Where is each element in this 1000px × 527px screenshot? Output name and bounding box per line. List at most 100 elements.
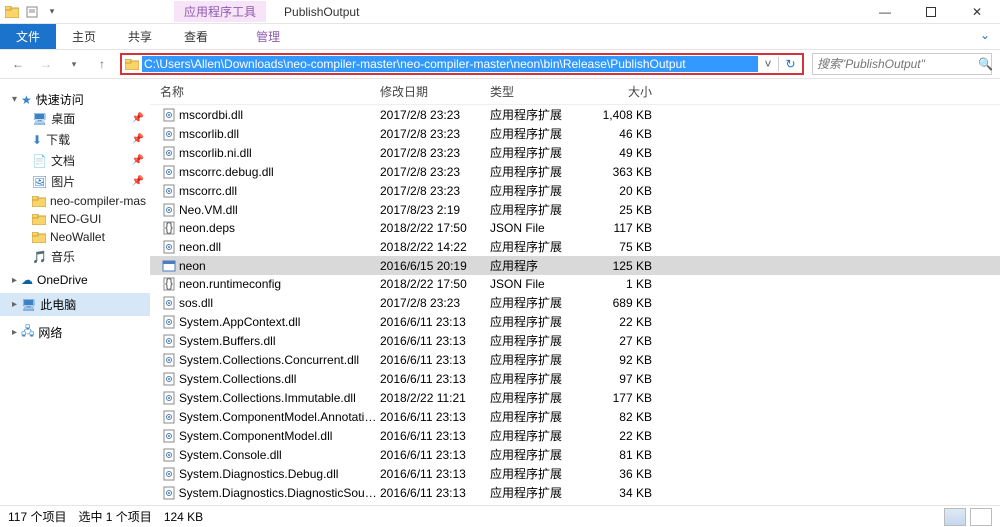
title-bar: ▾ 应用程序工具 PublishOutput — ✕ (0, 0, 1000, 24)
tab-view[interactable]: 查看 (168, 24, 224, 49)
file-date: 2016/6/11 23:13 (380, 334, 490, 348)
file-list[interactable]: 名称 修改日期 类型 大小 mscordbi.dll2017/2/8 23:23… (150, 79, 1000, 512)
quick-access-group[interactable]: ▾★快速访问 (0, 91, 150, 108)
file-row[interactable]: sos.dll2017/2/8 23:23应用程序扩展689 KB (150, 293, 1000, 312)
search-icon[interactable]: 🔍 (978, 57, 993, 71)
dll-icon (160, 314, 178, 330)
search-box[interactable]: 🔍 (812, 53, 992, 75)
file-date: 2016/6/11 23:13 (380, 448, 490, 462)
file-name: neon.runtimeconfig (179, 277, 281, 291)
dll-icon (160, 428, 178, 444)
file-name: mscorrc.debug.dll (179, 165, 274, 179)
file-row[interactable]: mscordbi.dll2017/2/8 23:23应用程序扩展1,408 KB (150, 105, 1000, 124)
file-name: System.Collections.Concurrent.dll (179, 353, 359, 367)
file-date: 2018/2/22 17:50 (380, 277, 490, 291)
file-row[interactable]: {}neon.runtimeconfig2018/2/22 17:50JSON … (150, 275, 1000, 293)
file-row[interactable]: System.ComponentModel.dll2016/6/11 23:13… (150, 426, 1000, 445)
tab-file[interactable]: 文件 (0, 24, 56, 49)
star-icon: ★ (21, 93, 32, 107)
file-date: 2016/6/11 23:13 (380, 372, 490, 386)
sidebar-item-label: 文档 (51, 152, 75, 169)
file-date: 2016/6/11 23:13 (380, 486, 490, 500)
pc-icon: 🖥 (21, 298, 36, 312)
details-view-button[interactable] (944, 508, 966, 526)
properties-icon[interactable] (24, 4, 40, 20)
file-row[interactable]: mscorrc.debug.dll2017/2/8 23:23应用程序扩展363… (150, 162, 1000, 181)
tab-share[interactable]: 共享 (112, 24, 168, 49)
address-bar[interactable]: ˅ ↻ (120, 53, 804, 75)
column-date[interactable]: 修改日期 (380, 83, 490, 100)
back-button[interactable]: ← (8, 54, 28, 74)
address-input[interactable] (142, 56, 758, 72)
minimize-button[interactable]: — (862, 0, 908, 24)
forward-button[interactable]: → (36, 54, 56, 74)
dll-icon (160, 333, 178, 349)
file-row[interactable]: {}neon.deps2018/2/22 17:50JSON File117 K… (150, 219, 1000, 237)
onedrive-group[interactable]: ▸☁OneDrive (0, 273, 150, 287)
file-name: mscorlib.ni.dll (179, 146, 252, 160)
address-dropdown-icon[interactable]: ˅ (758, 57, 778, 71)
sidebar-item[interactable]: 🎵音乐 (0, 246, 150, 267)
ribbon-expand-icon[interactable]: ⌄ (970, 24, 1000, 49)
file-type: 应用程序扩展 (490, 201, 590, 218)
file-name: System.Collections.Immutable.dll (179, 391, 356, 405)
column-size[interactable]: 大小 (590, 83, 670, 100)
tab-manage[interactable]: 管理 (240, 24, 296, 49)
file-name: neon.dll (179, 240, 221, 254)
file-name: System.Diagnostics.DiagnosticSourc... (179, 486, 380, 500)
file-row[interactable]: System.Diagnostics.DiagnosticSourc...201… (150, 483, 1000, 502)
sidebar-item[interactable]: 🖥桌面📌 (0, 108, 150, 129)
sidebar-item[interactable]: 🖼图片📌 (0, 171, 150, 192)
file-row[interactable]: mscorrc.dll2017/2/8 23:23应用程序扩展20 KB (150, 181, 1000, 200)
file-row[interactable]: mscorlib.dll2017/2/8 23:23应用程序扩展46 KB (150, 124, 1000, 143)
pin-icon: 📌 (132, 134, 144, 145)
file-type: 应用程序扩展 (490, 427, 590, 444)
file-size: 22 KB (590, 429, 670, 443)
file-row[interactable]: System.AppContext.dll2016/6/11 23:13应用程序… (150, 312, 1000, 331)
this-pc-group[interactable]: ▸🖥此电脑 (0, 293, 150, 316)
contextual-tools-label: 应用程序工具 (174, 1, 266, 22)
file-type: JSON File (490, 277, 590, 291)
sidebar-item-label: 下载 (46, 131, 70, 148)
file-row[interactable]: neon.dll2018/2/22 14:22应用程序扩展75 KB (150, 237, 1000, 256)
selection-size: 124 KB (164, 510, 203, 524)
file-row[interactable]: System.Diagnostics.Debug.dll2016/6/11 23… (150, 464, 1000, 483)
pin-icon: 📌 (132, 176, 144, 187)
json-icon: {} (160, 220, 178, 236)
file-row[interactable]: System.Collections.Immutable.dll2018/2/2… (150, 388, 1000, 407)
thumbnails-view-button[interactable] (970, 508, 992, 526)
folder-icon (32, 232, 46, 243)
column-type[interactable]: 类型 (490, 83, 590, 100)
recent-dropdown[interactable]: ▾ (64, 54, 84, 74)
file-date: 2018/2/22 14:22 (380, 240, 490, 254)
up-button[interactable]: ↑ (92, 54, 112, 74)
tab-home[interactable]: 主页 (56, 24, 112, 49)
search-input[interactable] (813, 57, 978, 71)
file-name: System.Console.dll (179, 448, 282, 462)
dll-icon (160, 371, 178, 387)
sidebar-item[interactable]: NEO-GUI (0, 210, 150, 228)
network-group[interactable]: ▸🖧网络 (0, 322, 150, 343)
file-type: 应用程序扩展 (490, 313, 590, 330)
file-size: 81 KB (590, 448, 670, 462)
column-headers: 名称 修改日期 类型 大小 (150, 79, 1000, 105)
file-row[interactable]: System.Buffers.dll2016/6/11 23:13应用程序扩展2… (150, 331, 1000, 350)
file-row[interactable]: System.ComponentModel.Annotatio...2016/6… (150, 407, 1000, 426)
column-name[interactable]: 名称 (160, 83, 380, 100)
qat-dropdown-icon[interactable]: ▾ (44, 4, 60, 20)
refresh-button[interactable]: ↻ (778, 57, 802, 71)
sidebar-item[interactable]: 📄文档📌 (0, 150, 150, 171)
file-row[interactable]: System.Collections.Concurrent.dll2016/6/… (150, 350, 1000, 369)
sidebar-item[interactable]: NeoWallet (0, 228, 150, 246)
sidebar-item[interactable]: neo-compiler-mas (0, 192, 150, 210)
file-size: 177 KB (590, 391, 670, 405)
close-button[interactable]: ✕ (954, 0, 1000, 24)
file-row[interactable]: System.Console.dll2016/6/11 23:13应用程序扩展8… (150, 445, 1000, 464)
dll-icon (160, 126, 178, 142)
file-row[interactable]: System.Collections.dll2016/6/11 23:13应用程… (150, 369, 1000, 388)
file-row[interactable]: Neo.VM.dll2017/8/23 2:19应用程序扩展25 KB (150, 200, 1000, 219)
file-row[interactable]: mscorlib.ni.dll2017/2/8 23:23应用程序扩展49 KB (150, 143, 1000, 162)
maximize-button[interactable] (908, 0, 954, 24)
sidebar-item[interactable]: ⬇下载📌 (0, 129, 150, 150)
file-row[interactable]: neon2016/6/15 20:19应用程序125 KB (150, 256, 1000, 275)
